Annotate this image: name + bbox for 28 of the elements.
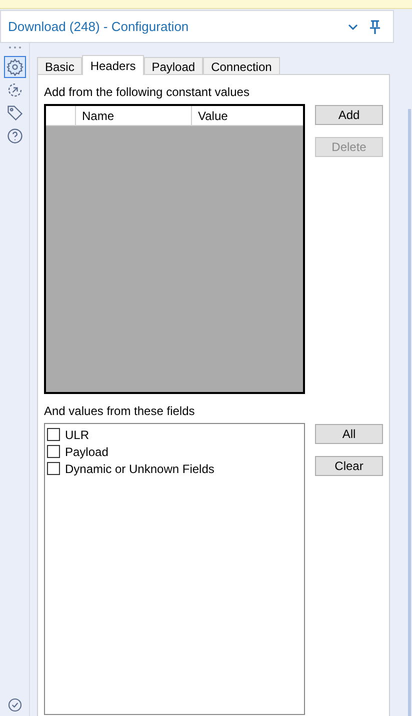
rail-button[interactable] <box>4 56 26 78</box>
scrollbar[interactable] <box>408 109 411 716</box>
help-icon <box>6 127 24 145</box>
tab[interactable]: Connection <box>203 57 280 74</box>
action-button[interactable]: Clear <box>315 456 383 476</box>
column-header[interactable]: Name <box>76 106 192 125</box>
tag-icon <box>6 104 24 122</box>
action-button[interactable]: Add <box>315 105 383 125</box>
panel-title: Download (248) - Configuration <box>8 18 190 36</box>
settings-icon <box>6 58 24 76</box>
checkbox[interactable] <box>47 462 60 475</box>
check-circle-icon[interactable] <box>6 697 22 713</box>
column-header[interactable]: Value <box>192 106 303 125</box>
circle-arrow-icon <box>6 81 24 99</box>
tab[interactable]: Basic <box>37 57 82 74</box>
section-label: And values from these fields <box>44 403 196 420</box>
checkbox[interactable] <box>47 428 60 441</box>
section-label: Add from the following constant values <box>44 84 250 101</box>
more-icon[interactable] <box>8 46 22 49</box>
tab[interactable]: Payload <box>144 57 204 74</box>
checkbox[interactable] <box>47 445 60 458</box>
field-label: Payload <box>65 444 108 460</box>
values-table[interactable]: Name Value <box>44 104 305 394</box>
field-label: ULR <box>65 426 90 444</box>
pin-icon[interactable] <box>367 18 383 34</box>
tab[interactable]: Headers <box>82 55 144 75</box>
action-button[interactable]: All <box>315 424 383 444</box>
field-label: Dynamic or Unknown Fields <box>65 460 214 478</box>
